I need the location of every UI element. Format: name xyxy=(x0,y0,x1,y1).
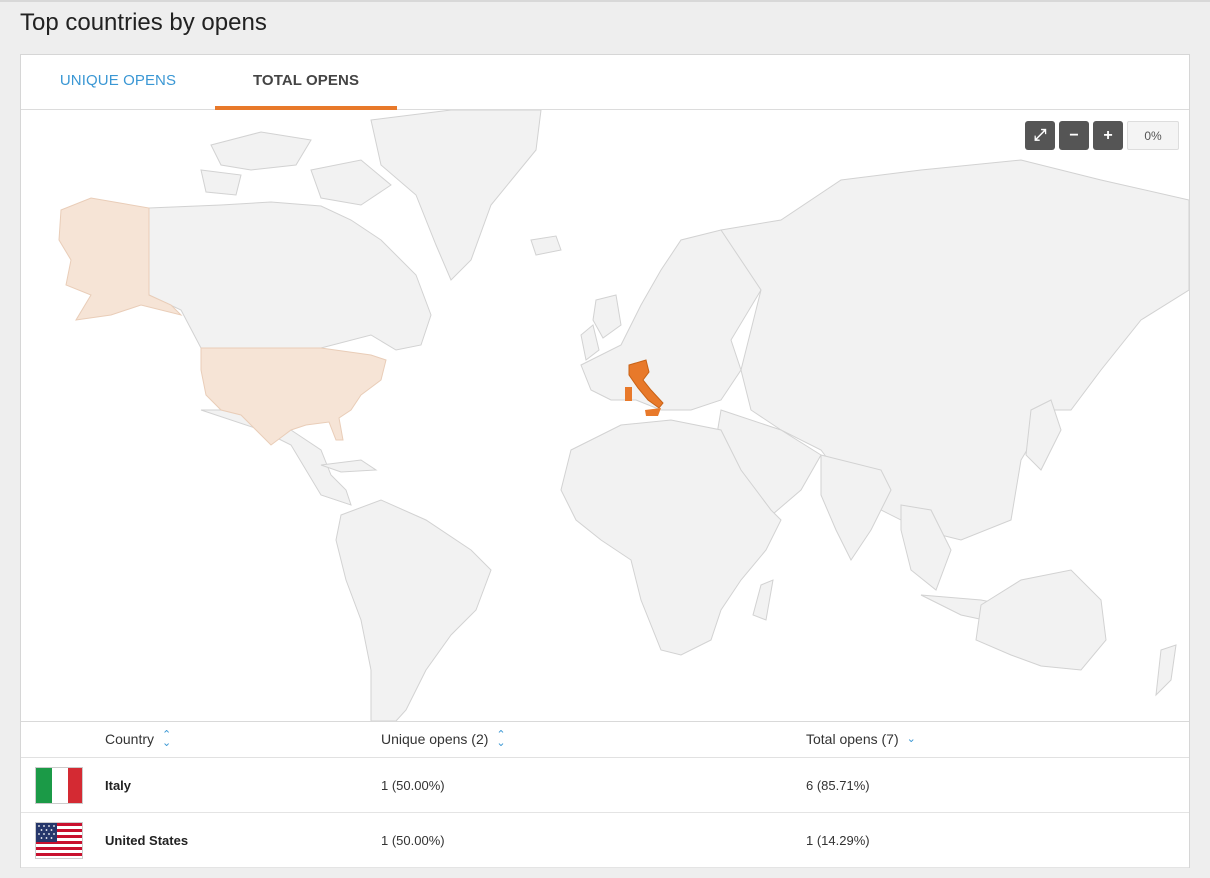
unique-opens-value: 1 (50.00%) xyxy=(381,778,445,793)
countries-panel: UNIQUE OPENS TOTAL OPENS ⤢ − + 0% Countr… xyxy=(20,54,1190,868)
unique-opens-value: 1 (50.00%) xyxy=(381,833,445,848)
tab-unique-opens[interactable]: UNIQUE OPENS xyxy=(21,55,215,110)
countries-table: Country ⌃ ⌄ Unique opens (2) ⌃ ⌄ Total ope… xyxy=(21,721,1189,868)
italy-flag xyxy=(35,767,83,804)
country-column-header[interactable]: Country ⌃ ⌄ xyxy=(105,730,171,749)
table-row: Italy 1 (50.00%) 6 (85.71%) xyxy=(21,758,1189,813)
total-opens-column-header[interactable]: Total opens (7) ⌄ xyxy=(806,731,916,747)
table-header: Country ⌃ ⌄ Unique opens (2) ⌃ ⌄ Total ope… xyxy=(21,721,1189,758)
country-header-label: Country xyxy=(105,731,155,747)
zoom-in-icon[interactable]: + xyxy=(1093,121,1123,150)
map-region-sicily xyxy=(645,408,661,416)
unique-opens-column-header[interactable]: Unique opens (2) ⌃ ⌄ xyxy=(381,730,506,749)
country-name: Italy xyxy=(105,778,132,793)
total-opens-value: 6 (85.71%) xyxy=(806,778,870,793)
us-flag xyxy=(35,822,83,859)
table-row: United States 1 (50.00%) 1 (14.29%) xyxy=(21,813,1189,868)
total-header-label: Total opens (7) xyxy=(806,731,899,747)
world-map[interactable]: ⤢ − + 0% xyxy=(21,110,1189,721)
map-region-united-states xyxy=(200,347,387,446)
sort-icon[interactable]: ⌃ ⌄ xyxy=(162,730,171,749)
map-region-sardinia xyxy=(625,387,632,401)
world-map-svg xyxy=(58,110,1189,721)
sort-icon[interactable]: ⌃ ⌄ xyxy=(496,730,505,749)
chevron-down-icon[interactable]: ⌄ xyxy=(907,734,916,745)
zoom-out-icon[interactable]: − xyxy=(1059,121,1089,150)
total-opens-value: 1 (14.29%) xyxy=(806,833,870,848)
tab-bar: UNIQUE OPENS TOTAL OPENS xyxy=(21,55,1189,110)
top-divider xyxy=(0,0,1210,2)
zoom-level: 0% xyxy=(1127,121,1179,150)
map-controls: ⤢ − + 0% xyxy=(1025,121,1179,150)
country-name: United States xyxy=(105,833,189,848)
page-title: Top countries by opens xyxy=(20,9,267,36)
fit-icon[interactable]: ⤢ xyxy=(1025,121,1055,150)
tab-total-opens[interactable]: TOTAL OPENS xyxy=(215,55,397,110)
unique-header-label: Unique opens (2) xyxy=(381,731,489,747)
